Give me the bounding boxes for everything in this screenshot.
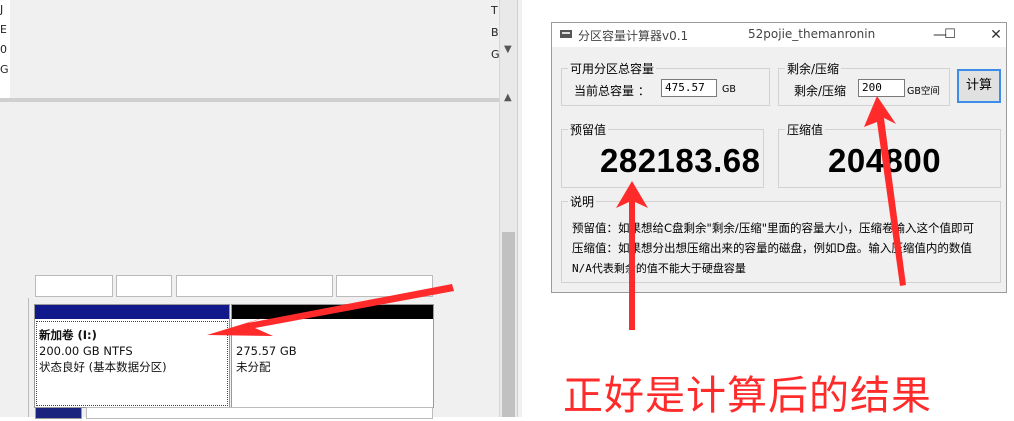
scrollbar-thumb[interactable] — [502, 232, 515, 417]
maximize-button[interactable]: ☐ — [928, 23, 972, 47]
group-label: 说明 — [568, 193, 597, 210]
window-title: 分区容量计算器v0.1 — [578, 29, 689, 43]
volume-list-area — [0, 0, 517, 98]
shrink-group: 剩余/压缩 剩余/压缩 200 GB空间 — [778, 60, 950, 106]
title-bar[interactable]: 分区容量计算器v0.1 52pojie_themanronin — ☐ ✕ — [552, 23, 1006, 47]
disk-label-column — [0, 298, 29, 417]
partition-unallocated[interactable]: 275.57 GB 未分配 — [231, 304, 434, 408]
explanation-line: 预留值：如果想给C盘剩余"剩余/压缩"里面的容量大小，压缩卷输入这个值即可 — [572, 221, 974, 235]
disk-map-cell — [336, 275, 433, 297]
scroll-down-icon[interactable]: ▼ — [504, 44, 512, 55]
annotation-caption: 正好是计算后的结果 — [563, 373, 932, 419]
disk-map-cell — [176, 275, 333, 297]
disk-map-cell — [116, 275, 172, 297]
partition-info: 275.57 GB 未分配 — [232, 319, 433, 375]
shrink-field[interactable]: 200 — [858, 79, 905, 97]
current-total-label: 当前总容量 ： — [574, 84, 650, 98]
calculate-button[interactable]: 计算 — [957, 69, 1001, 103]
shrink-unit: GB空间 — [907, 86, 940, 97]
partition-size: 275.57 GB — [236, 344, 297, 358]
disk-management-panel: J E 0 G T B G 新加卷 (I:) 200.00 GB NTFS 状态… — [0, 0, 518, 419]
next-disk-partition[interactable] — [35, 407, 82, 419]
explanation-line: N/A代表剩余的值不能大于硬盘容量 — [572, 262, 746, 275]
disk-map-cell — [35, 275, 113, 297]
total-capacity-group: 可用分区总容量 当前总容量 ： 475.57 GB — [561, 60, 770, 106]
close-button[interactable]: ✕ — [974, 23, 1014, 47]
compress-value-group: 压缩值 204800 — [778, 121, 1001, 188]
explanation-group: 说明 预留值：如果想给C盘剩余"剩余/压缩"里面的容量大小，压缩卷输入这个值即可… — [561, 193, 1001, 283]
partition-new-volume[interactable]: 新加卷 (I:) 200.00 GB NTFS 状态良好 (基本数据分区) — [34, 304, 230, 408]
edge-char: 0 — [0, 43, 7, 56]
explanation-line: 压缩值：如果想分出想压缩出来的容量的磁盘，例如D盘。输入压缩值内的数值 — [572, 241, 972, 255]
selection-outline — [36, 321, 228, 406]
partition-header-bar — [35, 305, 229, 319]
group-label: 压缩值 — [785, 121, 826, 138]
edge-char: G — [0, 63, 9, 76]
group-label: 可用分区总容量 — [568, 60, 657, 77]
left-edge-chars: J E 0 G — [0, 0, 10, 80]
pane-splitter[interactable] — [0, 98, 499, 102]
group-label: 剩余/压缩 — [785, 60, 842, 77]
partition-header-bar — [232, 305, 433, 319]
total-unit: GB — [722, 84, 736, 95]
shrink-field-label: 剩余/压缩 — [794, 84, 847, 98]
group-label: 预留值 — [568, 121, 609, 138]
partition-status: 未分配 — [236, 360, 271, 374]
reserve-value: 282183.68 — [600, 142, 761, 179]
window-author: 52pojie_themanronin — [748, 27, 876, 41]
edge-char: E — [0, 23, 7, 36]
app-icon — [560, 30, 572, 38]
compress-value: 204800 — [828, 142, 942, 179]
window-divider — [517, 0, 522, 417]
scroll-up-icon[interactable]: ▲ — [504, 92, 512, 103]
next-disk-partition[interactable] — [86, 407, 433, 419]
reserve-value-group: 预留值 282183.68 — [561, 121, 764, 188]
current-total-field[interactable]: 475.57 — [661, 79, 717, 97]
calculator-window: 分区容量计算器v0.1 52pojie_themanronin — ☐ ✕ 可用… — [551, 22, 1007, 293]
edge-char: J — [0, 3, 4, 16]
